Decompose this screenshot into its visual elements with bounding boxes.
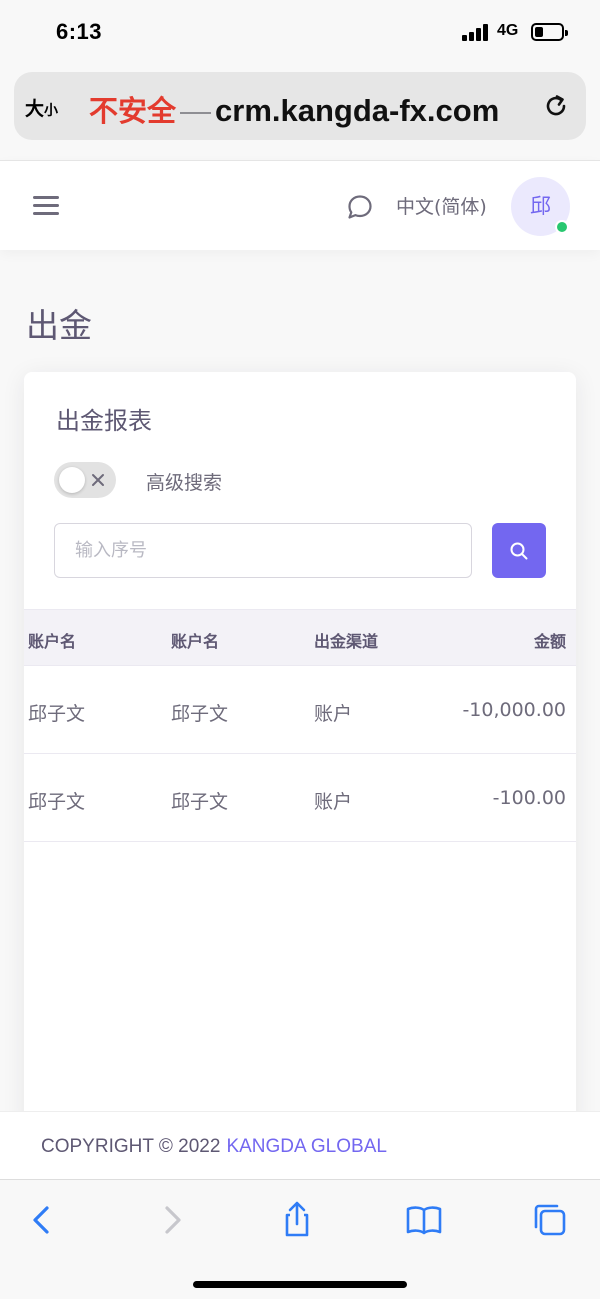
table-header: 账户名 账户名 出金渠道 金额 [24,609,576,666]
page-title: 出金 [26,306,92,345]
advanced-search-label: 高级搜索 [146,472,223,494]
copyright-text: COPYRIGHT © 2022 KANGDA GLOBAL [41,1136,387,1158]
url-domain: crm.kangda-fx.com [215,93,500,128]
withdrawal-table: 账户名 账户名 出金渠道 金额 邱子文 邱子文 账户 -10,000.00 邱子… [24,609,576,842]
withdrawal-report-card: 出金报表 高级搜索 账户名 账户名 出金渠道 金额 邱子文 邱子文 账户 -10… [24,372,576,1132]
advanced-search-toggle[interactable] [54,462,116,498]
home-indicator[interactable] [193,1281,407,1288]
table-row[interactable]: 邱子文 邱子文 账户 -100.00 [24,754,576,842]
cell-account-name: 邱子文 [28,791,86,813]
close-icon [92,474,104,486]
status-bar: 6:13 4G [0,0,600,62]
cell-channel: 账户 [314,703,353,725]
reload-icon[interactable] [543,93,569,119]
forward-icon[interactable] [152,1200,192,1240]
status-time: 6:13 [56,19,103,44]
search-icon [510,542,528,560]
brand-link[interactable]: KANGDA GLOBAL [226,1136,387,1157]
online-status-indicator [555,220,569,234]
cell-channel: 账户 [314,791,353,813]
page-footer: COPYRIGHT © 2022 KANGDA GLOBAL [0,1111,600,1179]
share-icon[interactable] [277,1200,317,1240]
text-size-small: 小 [44,103,59,119]
tabs-icon[interactable] [530,1200,570,1240]
address-bar[interactable]: 大小 不安全 — crm.kangda-fx.com [14,72,586,140]
cellular-signal-icon [462,23,490,41]
language-selector[interactable]: 中文(简体) [396,192,487,219]
url-separator: — [180,93,212,128]
column-header-channel[interactable]: 出金渠道 [314,628,378,652]
cell-account-name: 邱子文 [28,703,86,725]
cell-amount: -100.00 [492,787,566,809]
url-display[interactable]: 不安全 — crm.kangda-fx.com [89,88,499,130]
table-row[interactable]: 邱子文 邱子文 账户 -10,000.00 [24,666,576,754]
column-header-amount[interactable]: 金额 [534,628,566,652]
back-icon[interactable] [22,1200,62,1240]
cell-account-name-2: 邱子文 [171,703,229,725]
text-size-big: 大 [25,98,45,120]
menu-icon[interactable] [33,196,59,216]
browser-toolbar [0,1179,600,1299]
battery-icon [531,23,568,41]
search-button[interactable] [492,523,546,578]
network-type: 4G [497,22,519,39]
cell-amount: -10,000.00 [462,699,566,721]
toggle-knob [59,467,85,493]
serial-number-input[interactable] [54,523,472,578]
card-title: 出金报表 [56,407,152,435]
copyright-label: COPYRIGHT © 2022 [41,1136,221,1157]
app-header: 中文(简体) 邱 [0,160,600,250]
security-warning: 不安全 [89,94,177,128]
chat-icon[interactable] [345,192,375,222]
bookmarks-icon[interactable] [404,1200,444,1240]
column-header-account-name-2[interactable]: 账户名 [171,628,219,652]
text-size-button[interactable]: 大小 [25,94,58,121]
column-header-account-name[interactable]: 账户名 [28,628,76,652]
cell-account-name-2: 邱子文 [171,791,229,813]
